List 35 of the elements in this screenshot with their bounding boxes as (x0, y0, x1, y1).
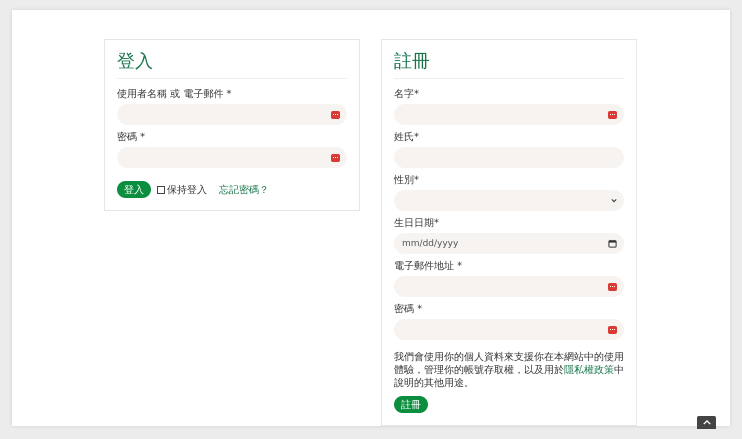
field-label: 名字* (394, 89, 420, 101)
select-field[interactable] (394, 190, 624, 211)
autofill-icon[interactable] (608, 282, 617, 290)
register-title: 註冊 (394, 50, 431, 74)
caret-icon (611, 198, 617, 203)
autofill-icon[interactable] (331, 110, 340, 118)
forgot-password-link[interactable]: 忘記密碼？ (219, 182, 269, 196)
date-placeholder: mm/dd/yyyy (402, 238, 458, 248)
remember-checkbox[interactable]: 保持登入 (157, 182, 207, 196)
calendar-icon[interactable] (608, 239, 617, 248)
field-label: 密碼 * (394, 304, 424, 316)
privacy-policy-link[interactable]: 隱私權政策 (564, 365, 614, 376)
field-label: 姓氏* (394, 132, 420, 144)
field-label: 生日日期* (394, 218, 440, 230)
field-label: 密碼 * (117, 132, 146, 144)
field-label: 電子郵件地址 * (394, 261, 464, 273)
input-field[interactable] (394, 276, 624, 297)
field-label: 使用者名稱 或 電子郵件 * (117, 89, 233, 101)
login-button[interactable]: 登入 (117, 181, 151, 198)
login-title: 登入 (117, 50, 154, 74)
autofill-icon[interactable] (608, 326, 617, 334)
date-field[interactable]: mm/dd/yyyy (394, 233, 624, 254)
field-label: 性別* (394, 175, 420, 187)
input-field[interactable] (117, 104, 347, 125)
input-field[interactable] (394, 104, 624, 125)
chevron-up-icon (702, 420, 710, 425)
privacy-notice: 我們會使用你的個人資料來支援你在本網站中的使用體驗，管理你的帳號存取權，以及用於隱私權政策中說明的其他用途。 (394, 351, 624, 390)
autofill-icon[interactable] (331, 154, 340, 162)
autofill-icon[interactable] (608, 110, 617, 118)
input-field[interactable] (117, 147, 347, 168)
register-button[interactable]: 註冊 (394, 396, 428, 413)
input-field[interactable] (394, 319, 624, 340)
checkbox-icon[interactable] (157, 186, 165, 194)
scroll-to-top-button[interactable] (697, 416, 716, 429)
remember-label: 保持登入 (167, 184, 207, 196)
